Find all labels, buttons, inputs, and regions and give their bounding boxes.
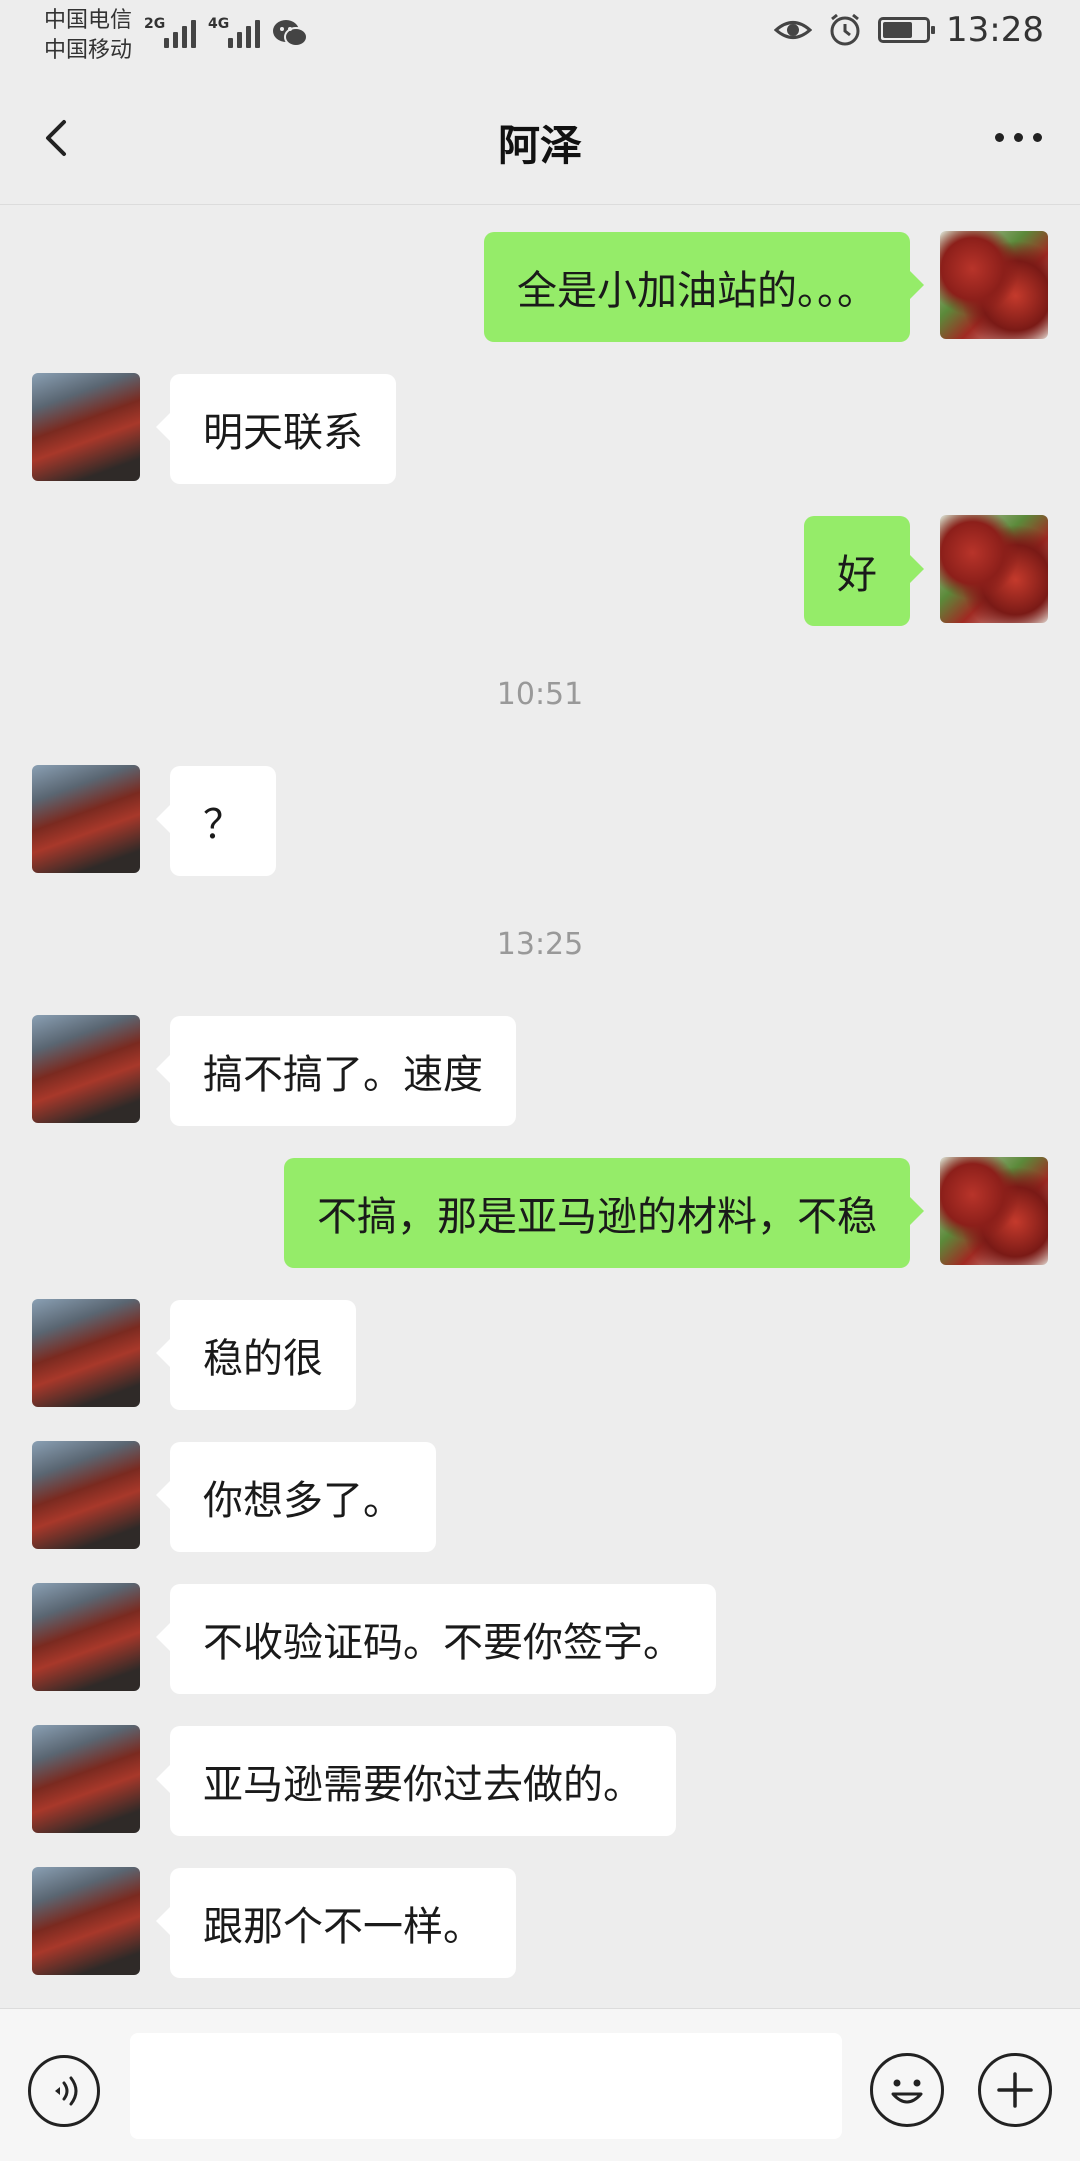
wechat-icon [273, 20, 308, 47]
friend-avatar[interactable] [32, 373, 140, 481]
friend-avatar[interactable] [32, 1015, 140, 1123]
chat-header: 阿泽 [0, 72, 1080, 205]
status-icons: 13:28 [774, 10, 1044, 50]
input-bar [0, 2008, 1080, 2161]
network-type-1: 2G [144, 16, 166, 32]
message-bubble-incoming[interactable]: 明天联系 [156, 374, 396, 484]
message-bubble-incoming[interactable]: 搞不搞了。速度 [156, 1016, 516, 1126]
carrier-info: 中国电信 中国移动 [44, 6, 132, 66]
smiley-icon [891, 2079, 923, 2104]
my-avatar[interactable] [940, 231, 1048, 339]
status-time: 13:28 [946, 10, 1044, 50]
message-bubble-incoming[interactable]: 跟那个不一样。 [156, 1868, 516, 1978]
message-bubble-incoming[interactable]: 亚马逊需要你过去做的。 [156, 1726, 676, 1836]
carrier-2: 中国移动 [44, 38, 133, 63]
signal-icon [228, 14, 260, 48]
message-bubble-incoming[interactable]: 稳的很 [156, 1300, 356, 1410]
voice-icon [55, 2076, 78, 2106]
battery-icon [878, 17, 936, 43]
alarm-icon [830, 13, 860, 46]
chat-title: 阿泽 [497, 121, 582, 170]
signal-icon [164, 14, 196, 48]
message-bubble-incoming[interactable]: 你想多了。 [156, 1442, 436, 1552]
emoji-button[interactable] [870, 2053, 944, 2127]
time-divider: 10:51 [496, 677, 584, 712]
message-bubble-incoming[interactable]: ？ [156, 766, 276, 876]
more-dots-icon [994, 132, 1004, 142]
friend-avatar[interactable] [32, 765, 140, 873]
time-divider: 13:25 [496, 927, 584, 962]
message-bubble-incoming[interactable]: 不收验证码。不要你签字。 [156, 1584, 716, 1694]
my-avatar[interactable] [940, 515, 1048, 623]
voice-input-button[interactable] [28, 2055, 100, 2127]
network-type-2: 4G [208, 16, 230, 32]
message-bubble-outgoing[interactable]: 不搞，那是亚马逊的材料，不稳 [284, 1158, 924, 1268]
eye-icon [774, 21, 813, 39]
friend-avatar[interactable] [32, 1583, 140, 1691]
message-input[interactable] [130, 2033, 842, 2139]
more-functions-button[interactable] [978, 2053, 1052, 2127]
friend-avatar[interactable] [32, 1725, 140, 1833]
friend-avatar[interactable] [32, 1299, 140, 1407]
message-bubble-outgoing[interactable]: 好 [804, 516, 924, 626]
plus-icon [997, 2072, 1033, 2108]
friend-avatar[interactable] [32, 1441, 140, 1549]
message-bubble-outgoing[interactable]: 全是小加油站的。。。 [484, 232, 924, 342]
status-bar: 中国电信 中国移动 2G 4G 13:28 [0, 0, 1080, 72]
my-avatar[interactable] [940, 1157, 1048, 1265]
battery-level [883, 22, 913, 38]
carrier-1: 中国电信 [44, 8, 133, 33]
friend-avatar[interactable] [32, 1867, 140, 1975]
more-button[interactable] [986, 112, 1050, 162]
